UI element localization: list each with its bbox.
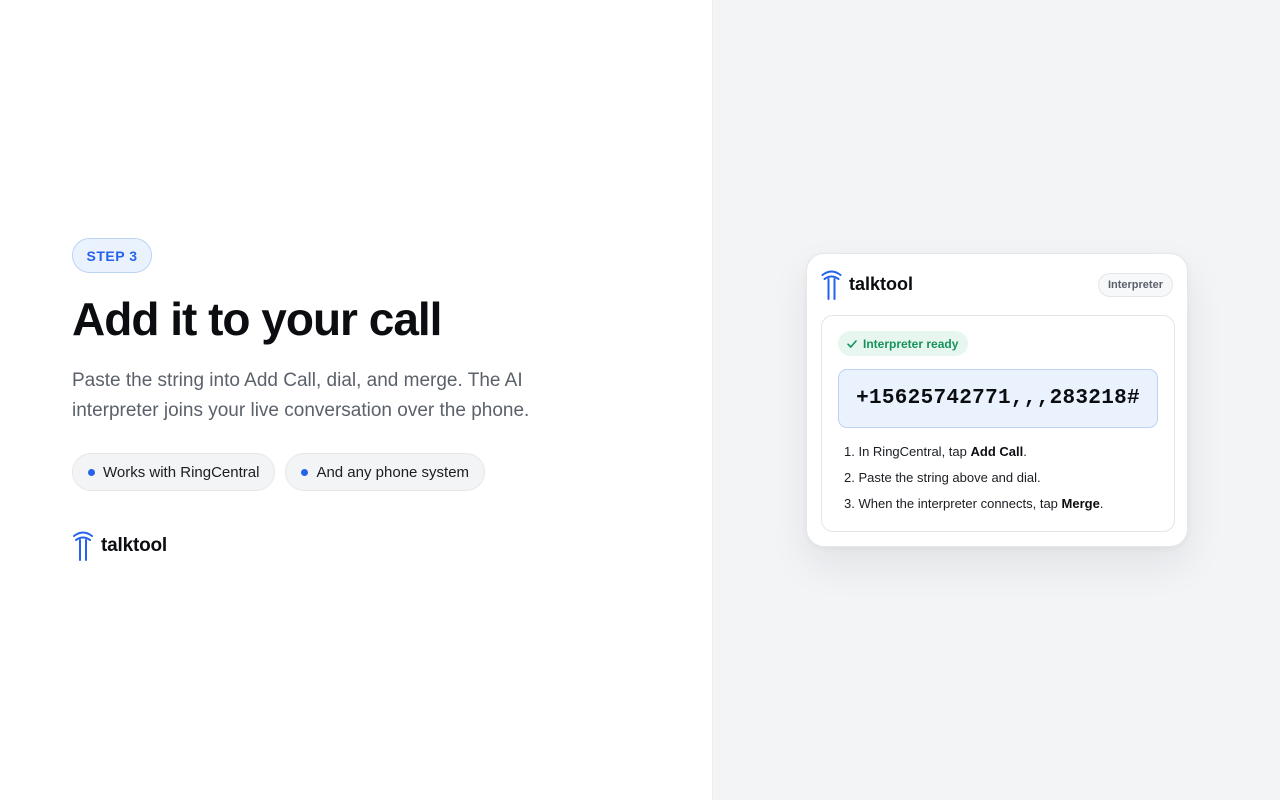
step-text: Paste the string above and dial. <box>858 470 1041 485</box>
step-end: . <box>1099 496 1104 511</box>
talktool-logo-icon <box>73 531 93 561</box>
step-bold: Add Call <box>970 444 1024 459</box>
dial-instructions-panel: Interpreter ready +15625742771,,,283218#… <box>821 315 1175 532</box>
step-number: 2. <box>844 470 855 485</box>
interpreter-card: talktool Interpreter Interpreter ready +… <box>806 253 1188 547</box>
dial-string[interactable]: +15625742771,,,283218# <box>838 369 1158 428</box>
compatibility-pills: Works with RingCentral And any phone sys… <box>72 453 486 491</box>
step-text: When the interpreter connects, tap <box>858 496 1062 511</box>
page-title: Add it to your call <box>72 293 442 345</box>
list-item: 2. Paste the string above and dial. <box>844 468 1103 494</box>
instruction-list: 1. In RingCentral, tap Add Call. 2. Past… <box>844 442 1103 520</box>
list-item: 3. When the interpreter connects, tap Me… <box>844 494 1103 520</box>
card-brand-name: talktool <box>849 274 914 294</box>
status-badge: Interpreter ready <box>838 331 969 356</box>
interpreter-tag: Interpreter <box>1097 273 1173 297</box>
brand-name: talktool <box>101 534 167 556</box>
step-bold: Merge <box>1061 496 1100 511</box>
list-item: 1. In RingCentral, tap Add Call. <box>844 442 1103 468</box>
pill-label: And any phone system <box>316 463 470 481</box>
card-brand: talktool <box>820 269 913 300</box>
status-label: Interpreter ready <box>863 336 959 351</box>
talktool-logo-icon <box>821 270 842 300</box>
pill-any-phone: And any phone system <box>285 453 486 491</box>
dot-icon <box>301 468 309 476</box>
left-panel: STEP 3 Add it to your call Paste the str… <box>0 0 712 800</box>
brand-logo: talktool <box>72 530 167 561</box>
step-number: 3. <box>844 496 855 511</box>
dot-icon <box>88 468 95 476</box>
pill-label: Works with RingCentral <box>103 463 260 481</box>
pill-ringcentral: Works with RingCentral <box>72 453 276 491</box>
step-text: In RingCentral, tap <box>858 444 971 459</box>
step-number: 1. <box>844 444 855 459</box>
step-badge: STEP 3 <box>72 238 152 273</box>
page-subtitle: Paste the string into Add Call, dial, an… <box>72 370 530 421</box>
step-end: . <box>1023 444 1027 459</box>
check-icon <box>847 339 857 348</box>
